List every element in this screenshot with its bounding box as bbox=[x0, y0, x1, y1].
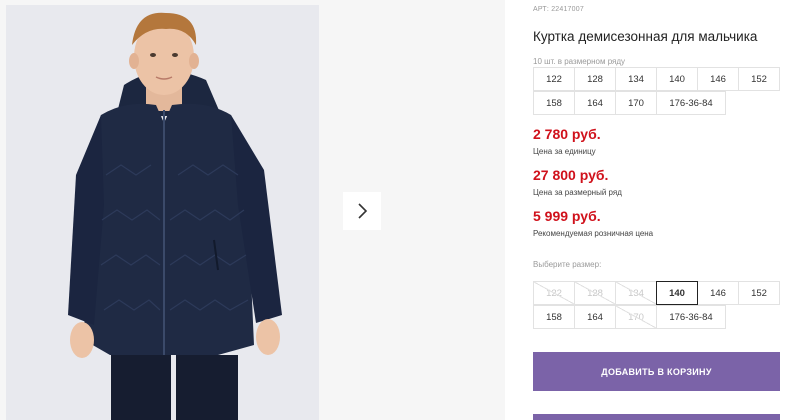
pack-size-note: 10 шт. в размерном ряду bbox=[533, 57, 626, 66]
product-title: Куртка демисезонная для мальчика bbox=[533, 29, 758, 44]
size-option-158[interactable]: 158 bbox=[533, 305, 575, 329]
pack-size-cell: 122 bbox=[533, 67, 575, 91]
size-option-164[interactable]: 164 bbox=[574, 305, 616, 329]
product-sku: АРТ: 22417007 bbox=[533, 6, 584, 13]
size-option-134: 134 bbox=[615, 281, 657, 305]
pack-size-cell: 158 bbox=[533, 91, 575, 115]
pack-size-row: 158 164 170 176-36-84 bbox=[533, 91, 785, 115]
pack-size-cell: 128 bbox=[574, 67, 616, 91]
secondary-action-button[interactable] bbox=[533, 414, 780, 420]
chevron-right-icon bbox=[358, 203, 368, 219]
pack-size-cell: 146 bbox=[697, 67, 739, 91]
retail-price: 5 999 руб. bbox=[533, 208, 601, 224]
size-option-128: 128 bbox=[574, 281, 616, 305]
size-selector: 122 128 134 140 146 152 158 164 170 176-… bbox=[533, 281, 785, 329]
size-option-row: 158 164 170 176-36-84 bbox=[533, 305, 785, 329]
size-option-122: 122 bbox=[533, 281, 575, 305]
pack-size-cell: 152 bbox=[738, 67, 780, 91]
pack-size-cell: 140 bbox=[656, 67, 698, 91]
retail-price-label: Рекомендуемая розничная цена bbox=[533, 229, 654, 238]
pack-price-label: Цена за размерный ряд bbox=[533, 188, 622, 197]
size-option-176-36-84[interactable]: 176-36-84 bbox=[656, 305, 726, 329]
unit-price: 2 780 руб. bbox=[533, 126, 601, 142]
product-photo bbox=[6, 5, 319, 420]
choose-size-label: Выберите размер: bbox=[533, 260, 602, 269]
pack-size-cell: 134 bbox=[615, 67, 657, 91]
product-gallery bbox=[0, 0, 505, 420]
product-details: АРТ: 22417007 Куртка демисезонная для ма… bbox=[533, 0, 800, 420]
size-option-170: 170 bbox=[615, 305, 657, 329]
size-option-146[interactable]: 146 bbox=[697, 281, 739, 305]
gallery-next-button[interactable] bbox=[343, 192, 381, 230]
pack-size-cell: 176-36-84 bbox=[656, 91, 726, 115]
pack-size-cell: 170 bbox=[615, 91, 657, 115]
size-option-row: 122 128 134 140 146 152 bbox=[533, 281, 785, 305]
pack-size-row: 122 128 134 140 146 152 bbox=[533, 67, 785, 91]
product-page: АРТ: 22417007 Куртка демисезонная для ма… bbox=[0, 0, 800, 420]
add-to-cart-button[interactable]: ДОБАВИТЬ В КОРЗИНУ bbox=[533, 352, 780, 391]
pack-size-cell: 164 bbox=[574, 91, 616, 115]
pack-size-grid: 122 128 134 140 146 152 158 164 170 176-… bbox=[533, 67, 785, 115]
unit-price-label: Цена за единицу bbox=[533, 147, 596, 156]
size-option-140[interactable]: 140 bbox=[656, 281, 698, 305]
pack-price: 27 800 руб. bbox=[533, 167, 609, 183]
size-option-152[interactable]: 152 bbox=[738, 281, 780, 305]
